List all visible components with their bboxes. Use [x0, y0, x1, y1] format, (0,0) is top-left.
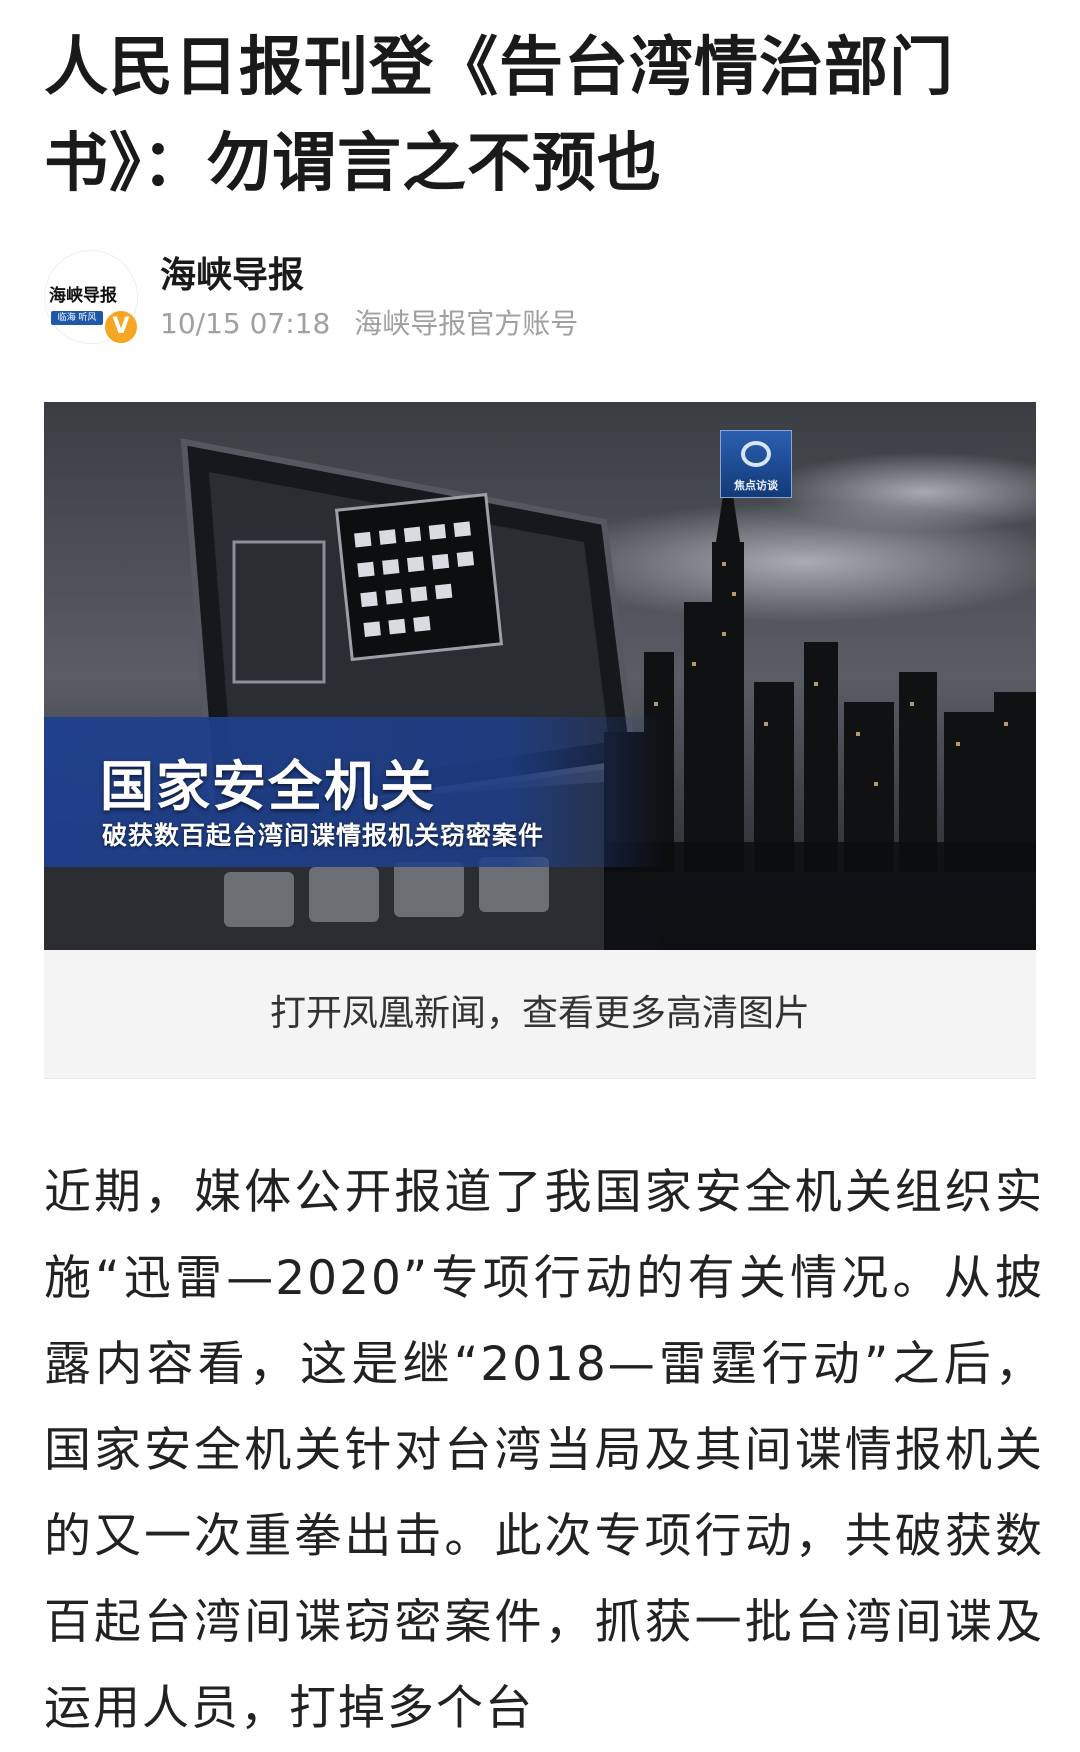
avatar-logo-text: 海峡导报	[49, 286, 117, 306]
hero-subheadline: 破获数百起台湾间谍情报机关窃密案件	[102, 821, 545, 850]
hero-image-art	[44, 402, 1036, 950]
open-app-label: 打开凤凰新闻，查看更多高清图片	[269, 993, 810, 1034]
publish-date: 10/15 07:18	[160, 307, 331, 340]
avatar-logo-subtitle: 临海 听风	[51, 311, 103, 325]
open-app-button[interactable]: 打开凤凰新闻，查看更多高清图片	[44, 950, 1036, 1079]
verified-icon: V	[103, 309, 139, 345]
hero-headline: 国家安全机关	[100, 755, 436, 818]
channel-logo: 焦点访谈	[720, 430, 792, 498]
article-body: 近期，媒体公开报道了我国家安全机关组织实施“迅雷—2020”专项行动的有关情况。…	[44, 1165, 1044, 1736]
author-row[interactable]: 海峡导报 临海 听风 V 海峡导报 10/15 07:18 海峡导报官方账号	[44, 240, 1044, 350]
article-title: 人民日报刊登《告台湾情治部门书》：勿谓言之不预也	[44, 31, 954, 201]
author-avatar[interactable]: 海峡导报 临海 听风 V	[44, 250, 139, 345]
author-name[interactable]: 海峡导报	[160, 246, 304, 298]
account-type: 海峡导报官方账号	[354, 307, 579, 340]
hero-image[interactable]: 焦点访谈 国家安全机关 破获数百起台湾间谍情报机关窃密案件	[44, 402, 1036, 950]
channel-logo-icon	[741, 441, 771, 467]
author-meta: 10/15 07:18 海峡导报官方账号	[160, 302, 578, 342]
channel-logo-label: 焦点访谈	[734, 479, 778, 492]
